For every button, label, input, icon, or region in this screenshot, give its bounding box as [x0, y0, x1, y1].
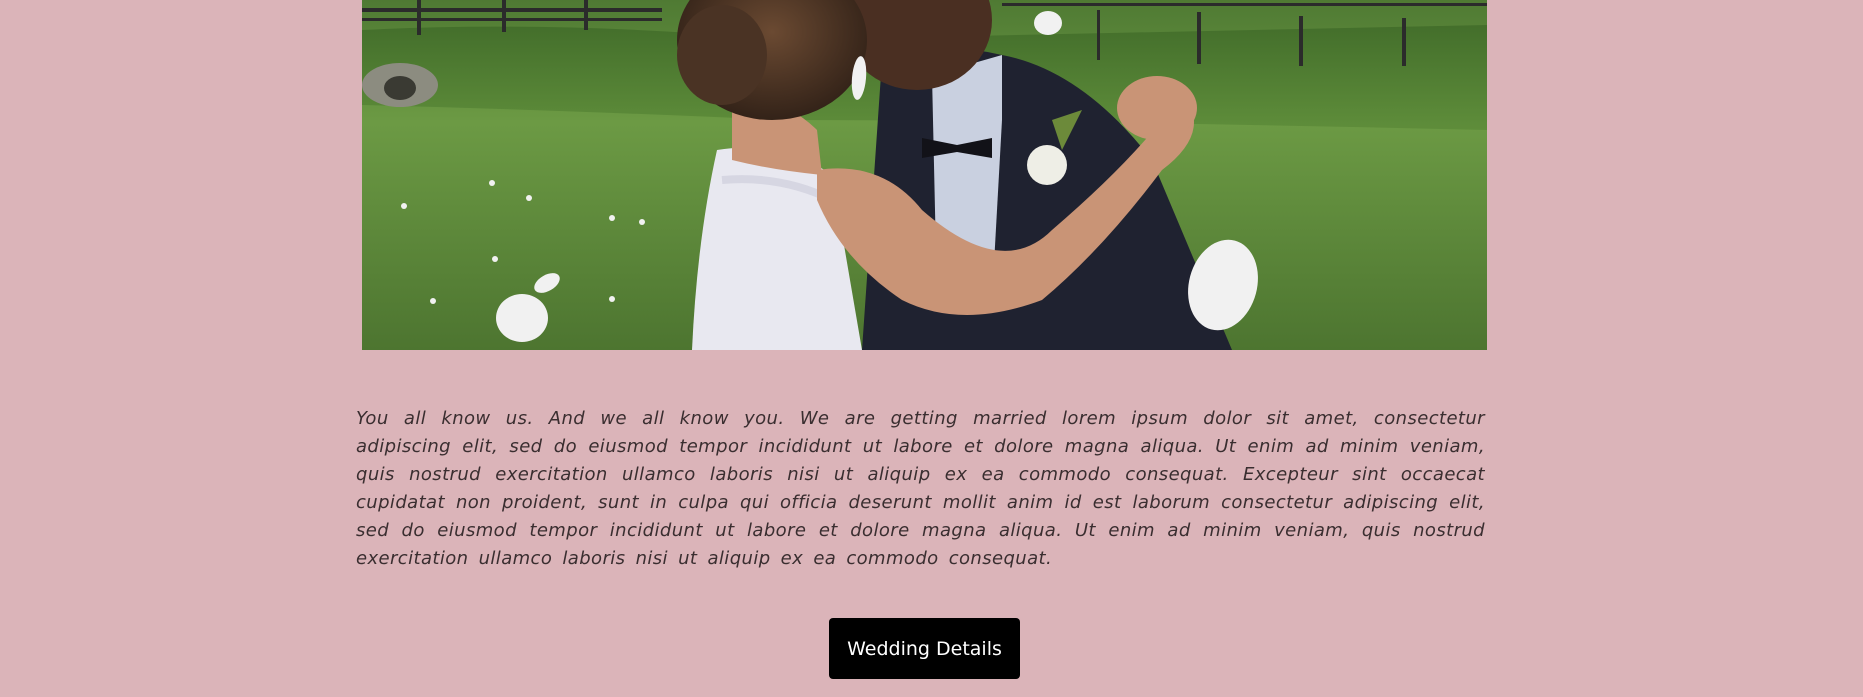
- wedding-details-button[interactable]: Wedding Details: [829, 618, 1020, 679]
- page: You all know us. And we all know you. We…: [0, 0, 1863, 697]
- wedding-photo-illustration: [362, 0, 1487, 350]
- hero-photo: [362, 0, 1487, 350]
- intro-paragraph: You all know us. And we all know you. We…: [356, 408, 1485, 569]
